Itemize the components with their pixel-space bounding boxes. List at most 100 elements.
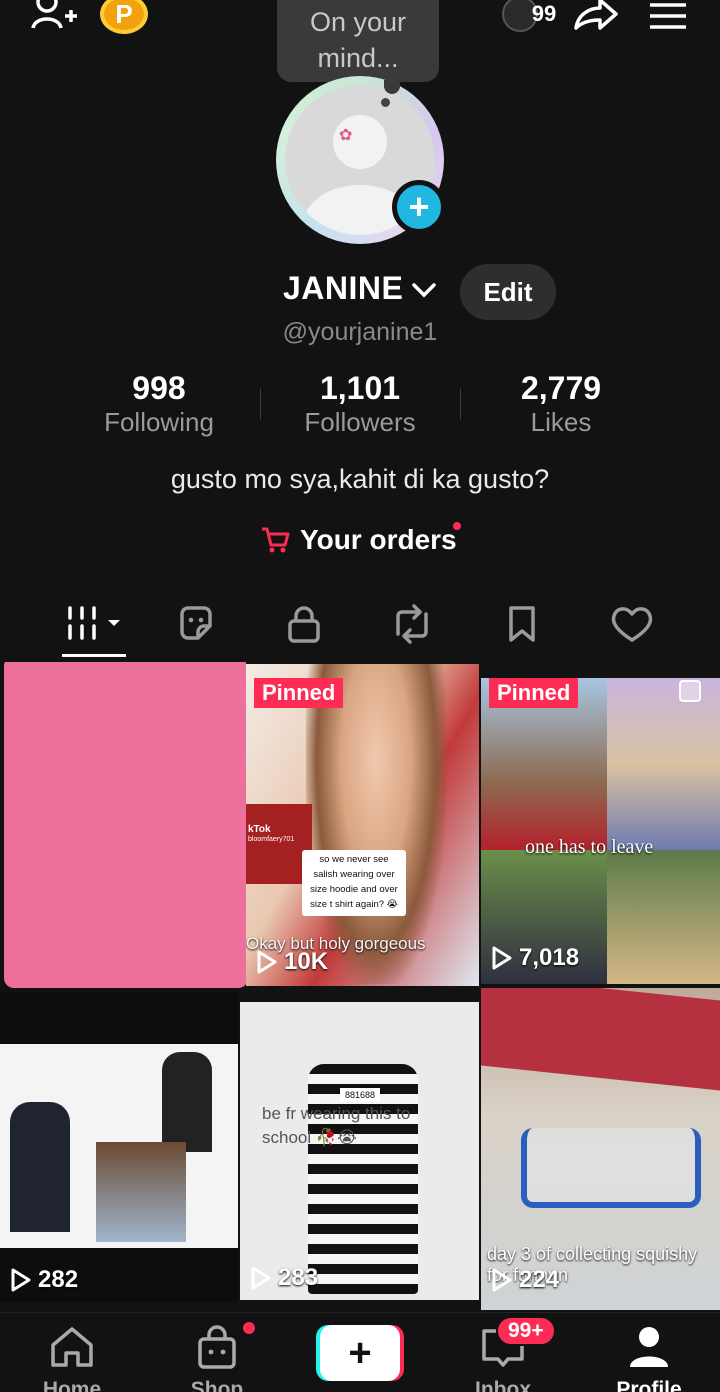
coin-icon[interactable]: P bbox=[100, 0, 148, 34]
costume-tag: 881688 bbox=[340, 1088, 380, 1102]
coin-letter: P bbox=[115, 0, 133, 29]
views-value: 10K bbox=[284, 948, 329, 975]
stat-followers[interactable]: 1,101 Followers bbox=[260, 370, 460, 438]
notification-dot bbox=[453, 522, 461, 530]
chevron-down-icon[interactable] bbox=[411, 280, 437, 300]
sticker-line: size t shirt again? 😭 bbox=[310, 899, 398, 910]
edit-profile-button[interactable]: Edit bbox=[460, 264, 556, 320]
thumbnail-figure bbox=[96, 1142, 186, 1242]
views-value: 224 bbox=[519, 1266, 560, 1293]
view-count: 10K bbox=[256, 948, 328, 976]
tiktok-username: bloomfaery701 bbox=[248, 836, 295, 843]
video-thumbnail[interactable]: day 3 of collecting squishy for funnnn 2… bbox=[481, 988, 720, 1310]
shopping-bag-icon bbox=[198, 1325, 236, 1369]
menu-icon[interactable] bbox=[646, 0, 690, 36]
profile-bio: gusto mo sya,kahit di ka gusto? bbox=[170, 464, 550, 494]
stat-label: Likes bbox=[530, 407, 592, 437]
stat-following[interactable]: 998 Following bbox=[59, 370, 259, 438]
nav-label: Shop bbox=[190, 1378, 244, 1392]
bubble-dot bbox=[381, 98, 390, 107]
multi-photo-icon bbox=[679, 680, 701, 702]
stat-label: Followers bbox=[304, 407, 416, 437]
thumbnail-figure bbox=[162, 1052, 212, 1152]
stat-value: 1,101 bbox=[319, 370, 401, 406]
video-thumbnail[interactable] bbox=[0, 662, 246, 990]
nav-label: Profile bbox=[616, 1378, 682, 1392]
play-icon bbox=[251, 1266, 271, 1290]
play-icon bbox=[257, 950, 277, 974]
sticker-line: size hoodie and over bbox=[310, 884, 398, 895]
tab-private[interactable] bbox=[274, 596, 334, 652]
tiktok-watermark: kTok bbox=[248, 824, 271, 835]
video-thumbnail[interactable]: kTok bloomfaery701 so we never see salis… bbox=[246, 664, 479, 986]
view-count: 283 bbox=[250, 1264, 318, 1292]
sticker-line: salish wearing over bbox=[313, 869, 395, 880]
view-count: 7,018 bbox=[491, 944, 579, 972]
tab-stickers[interactable] bbox=[166, 596, 226, 652]
sticker-line: so we never see bbox=[319, 854, 389, 865]
views-value: 283 bbox=[278, 1264, 319, 1291]
tab-favorites[interactable] bbox=[492, 596, 552, 652]
your-orders-link[interactable]: Your orders bbox=[260, 524, 457, 556]
profile-icon bbox=[630, 1327, 668, 1367]
collage-photo bbox=[607, 850, 720, 984]
views-value: 7,018 bbox=[519, 944, 580, 971]
nav-shop[interactable]: Shop bbox=[162, 1325, 272, 1392]
nav-profile[interactable]: Profile bbox=[594, 1325, 704, 1392]
nav-label: Home bbox=[42, 1378, 102, 1392]
view-count: 282 bbox=[10, 1266, 78, 1294]
collage-photo bbox=[607, 678, 720, 850]
stat-likes[interactable]: 2,779 Likes bbox=[461, 370, 661, 438]
profile-name[interactable]: JANINE bbox=[283, 270, 403, 307]
play-icon bbox=[492, 946, 512, 970]
sticker-icon bbox=[180, 606, 212, 640]
bookmark-icon bbox=[509, 606, 535, 642]
stat-value: 2,779 bbox=[520, 370, 602, 406]
tab-videos[interactable] bbox=[64, 596, 124, 652]
pinned-badge: Pinned bbox=[254, 678, 344, 708]
inbox-badge: 99+ bbox=[496, 1316, 556, 1346]
bubble-line2: mind... bbox=[317, 43, 399, 73]
grid-icon bbox=[68, 606, 120, 640]
username-handle: @yourjanine1 bbox=[282, 318, 438, 346]
redaction-block bbox=[4, 662, 246, 988]
video-caption: one has to leave bbox=[525, 836, 654, 858]
video-thumbnail[interactable]: 282 bbox=[0, 992, 238, 1302]
heart-icon bbox=[611, 607, 653, 642]
create-button[interactable]: + bbox=[316, 1325, 404, 1381]
content-tabs bbox=[0, 596, 720, 652]
thumbnail-object bbox=[481, 988, 720, 1091]
play-icon bbox=[492, 1268, 512, 1292]
plus-icon: + bbox=[320, 1325, 400, 1381]
active-tab-indicator bbox=[62, 654, 126, 657]
view-count: 224 bbox=[491, 1266, 559, 1294]
nav-home[interactable]: Home bbox=[17, 1325, 127, 1392]
thumbnail-figure bbox=[10, 1102, 70, 1232]
sticker-text: so we never see salish wearing over size… bbox=[302, 850, 406, 916]
thumbnail-object bbox=[521, 1128, 701, 1208]
lock-icon bbox=[288, 606, 320, 643]
tab-liked[interactable] bbox=[602, 596, 662, 652]
badge-count: 99 bbox=[531, 1, 557, 26]
profile-badge[interactable]: 99 bbox=[494, 0, 564, 34]
stat-value: 998 bbox=[132, 370, 186, 406]
add-photo-icon[interactable]: + bbox=[392, 180, 446, 234]
bottom-nav: Home Shop + Inbox Profile bbox=[0, 1312, 720, 1392]
play-icon bbox=[11, 1268, 31, 1292]
share-icon[interactable] bbox=[570, 0, 622, 36]
video-caption: be fr wearing this to school 🥀😭 bbox=[262, 1104, 411, 1147]
stat-label: Following bbox=[104, 407, 214, 437]
video-grid: kTok bloomfaery701 so we never see salis… bbox=[0, 662, 720, 1312]
bubble-line1: On your bbox=[309, 7, 407, 37]
video-thumbnail[interactable]: 881688 be fr wearing this to school 🥀😭 2… bbox=[240, 1002, 479, 1300]
tab-reposts[interactable] bbox=[382, 596, 442, 652]
add-friend-icon[interactable] bbox=[28, 0, 78, 34]
orders-label: Your orders bbox=[300, 524, 457, 555]
flower-icon: ✿ bbox=[339, 127, 353, 144]
video-thumbnail[interactable]: Pinned one has to leave 7,018 bbox=[481, 678, 720, 984]
thought-bubble[interactable]: On your mind... bbox=[277, 0, 439, 82]
home-icon bbox=[51, 1327, 93, 1367]
notification-dot bbox=[241, 1320, 257, 1336]
pinned-badge: Pinned bbox=[489, 678, 579, 708]
views-value: 282 bbox=[38, 1266, 79, 1293]
